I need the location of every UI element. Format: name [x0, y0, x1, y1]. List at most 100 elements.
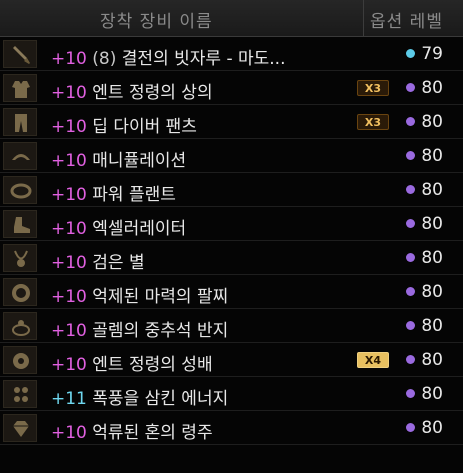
- enhance-level: +10: [51, 287, 87, 307]
- item-name[interactable]: +10 엔트 정령의 성배: [51, 350, 213, 375]
- equipment-list: +10 (8) 결전의 빗자루 - 마도... 79 +10 엔트 정령의 상의 X3…: [0, 37, 463, 445]
- equipment-row[interactable]: +10 골렘의 중추석 반지 80: [0, 309, 463, 343]
- enhance-level: +10: [51, 355, 87, 375]
- option-level: 80: [406, 384, 443, 404]
- item-title: 억류된 혼의 령주: [92, 423, 213, 443]
- enhance-level: +11: [51, 389, 87, 409]
- enhance-level: +10: [51, 253, 87, 273]
- item-title: 엔트 정령의 상의: [92, 83, 213, 103]
- level-dot-icon: [406, 389, 416, 398]
- level-dot-icon: [406, 117, 416, 126]
- sword-icon[interactable]: [3, 40, 37, 68]
- column-header-level: 옵션 레벨: [370, 12, 443, 32]
- option-level: 80: [406, 316, 443, 336]
- option-level-value: 80: [421, 316, 443, 336]
- option-level-value: 80: [421, 214, 443, 234]
- enhance-level: +10: [51, 49, 87, 69]
- table-header: 장착 장비 이름 옵션 레벨: [0, 0, 463, 37]
- enhance-level: +10: [51, 321, 87, 341]
- magic-stone-icon[interactable]: [3, 380, 37, 408]
- enhance-level: +10: [51, 151, 87, 171]
- option-level-value: 80: [421, 282, 443, 302]
- equipment-row[interactable]: +10 파워 플랜트 80: [0, 173, 463, 207]
- set-badge: X4: [357, 352, 389, 368]
- item-title: 결전의 빗자루 - 마도...: [121, 49, 286, 69]
- level-dot-icon: [406, 83, 416, 92]
- armor-top-icon[interactable]: [3, 74, 37, 102]
- level-dot-icon: [406, 287, 416, 296]
- item-name[interactable]: +10 골렘의 중추석 반지: [51, 316, 228, 341]
- equipment-row[interactable]: +10 억제된 마력의 팔찌 80: [0, 275, 463, 309]
- equipment-row[interactable]: +10 매니퓰레이션 80: [0, 139, 463, 173]
- belt-icon[interactable]: [3, 176, 37, 204]
- enhance-level: +10: [51, 185, 87, 205]
- item-title: 딥 다이버 팬츠: [92, 117, 197, 137]
- level-dot-icon: [406, 423, 416, 432]
- option-level-value: 80: [421, 180, 443, 200]
- equipment-row[interactable]: +10 엔트 정령의 성배 X4 80: [0, 343, 463, 377]
- level-dot-icon: [406, 321, 416, 330]
- item-name[interactable]: +10 (8) 결전의 빗자루 - 마도...: [51, 44, 285, 69]
- shoes-icon[interactable]: [3, 210, 37, 238]
- item-title: 검은 별: [92, 253, 145, 273]
- option-level-value: 80: [421, 418, 443, 438]
- equipment-row[interactable]: +10 억류된 혼의 령주 80: [0, 411, 463, 445]
- equipment-row[interactable]: +10 엔트 정령의 상의 X3 80: [0, 71, 463, 105]
- equipment-row[interactable]: +10 엑셀러레이터 80: [0, 207, 463, 241]
- option-level: 80: [406, 146, 443, 166]
- equipment-panel: 장착 장비 이름 옵션 레벨 +10 (8) 결전의 빗자루 - 마도... 79…: [0, 0, 463, 473]
- item-title: 골렘의 중추석 반지: [92, 321, 229, 341]
- option-level: 80: [406, 282, 443, 302]
- equipment-row[interactable]: +10 (8) 결전의 빗자루 - 마도... 79: [0, 37, 463, 71]
- option-level-value: 79: [421, 44, 443, 64]
- ring-icon[interactable]: [3, 312, 37, 340]
- option-level: 80: [406, 350, 443, 370]
- level-dot-icon: [406, 151, 416, 160]
- item-name[interactable]: +10 엑셀러레이터: [51, 214, 186, 239]
- item-title: 매니퓰레이션: [92, 151, 187, 171]
- column-header-name: 장착 장비 이름: [100, 12, 213, 32]
- equipment-row[interactable]: +10 검은 별 80: [0, 241, 463, 275]
- option-level: 79: [406, 44, 443, 64]
- option-level-value: 80: [421, 350, 443, 370]
- necklace-icon[interactable]: [3, 244, 37, 272]
- earring-gem-icon[interactable]: [3, 414, 37, 442]
- item-title: 파워 플랜트: [92, 185, 176, 205]
- option-level-value: 80: [421, 146, 443, 166]
- level-dot-icon: [406, 219, 416, 228]
- amplify-count: (8): [92, 49, 117, 69]
- level-dot-icon: [406, 185, 416, 194]
- item-name[interactable]: +10 매니퓰레이션: [51, 146, 186, 171]
- level-dot-icon: [406, 49, 416, 58]
- item-name[interactable]: +10 억제된 마력의 팔찌: [51, 282, 228, 307]
- option-level: 80: [406, 180, 443, 200]
- armor-pants-icon[interactable]: [3, 108, 37, 136]
- option-level: 80: [406, 248, 443, 268]
- option-level-value: 80: [421, 248, 443, 268]
- option-level: 80: [406, 214, 443, 234]
- item-name[interactable]: +10 파워 플랜트: [51, 180, 176, 205]
- option-level-value: 80: [421, 78, 443, 98]
- item-name[interactable]: +10 딥 다이버 팬츠: [51, 112, 197, 137]
- item-name[interactable]: +10 엔트 정령의 상의: [51, 78, 213, 103]
- enhance-level: +10: [51, 219, 87, 239]
- shoulder-icon[interactable]: [3, 142, 37, 170]
- item-title: 엔트 정령의 성배: [92, 355, 213, 375]
- enhance-level: +10: [51, 83, 87, 103]
- item-title: 폭풍을 삼킨 에너지: [92, 389, 229, 409]
- option-level: 80: [406, 112, 443, 132]
- set-badge: X3: [357, 80, 389, 96]
- option-level-value: 80: [421, 384, 443, 404]
- level-dot-icon: [406, 253, 416, 262]
- equipment-row[interactable]: +11 폭풍을 삼킨 에너지 80: [0, 377, 463, 411]
- header-divider: [363, 0, 364, 36]
- bracelet-icon[interactable]: [3, 278, 37, 306]
- item-name[interactable]: +10 억류된 혼의 령주: [51, 418, 213, 443]
- item-name[interactable]: +11 폭풍을 삼킨 에너지: [51, 384, 228, 409]
- equipment-row[interactable]: +10 딥 다이버 팬츠 X3 80: [0, 105, 463, 139]
- aux-equipment-icon[interactable]: [3, 346, 37, 374]
- item-name[interactable]: +10 검은 별: [51, 248, 145, 273]
- option-level: 80: [406, 418, 443, 438]
- set-badge: X3: [357, 114, 389, 130]
- enhance-level: +10: [51, 117, 87, 137]
